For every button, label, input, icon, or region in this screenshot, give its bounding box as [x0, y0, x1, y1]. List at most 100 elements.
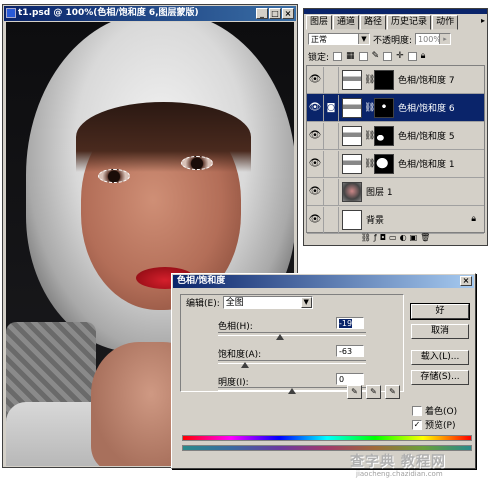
visibility-eye-icon[interactable]: 👁︎: [307, 206, 324, 233]
layer-row[interactable]: 👁︎ ⛓︎ 色相/饱和度 1: [307, 150, 484, 178]
minimize-button[interactable]: _: [256, 8, 268, 19]
trash-icon[interactable]: 🗑︎: [420, 233, 430, 242]
tab-paths[interactable]: 路径: [360, 15, 387, 30]
palette-title-bar[interactable]: [304, 9, 487, 14]
dialog-title-bar[interactable]: 色相/饱和度 ×: [173, 275, 474, 288]
blend-mode-select[interactable]: 正常 ▼: [308, 33, 370, 45]
chain-link-icon[interactable]: ⛓︎: [364, 131, 375, 141]
chevron-down-icon: ▼: [358, 34, 369, 44]
lock-all-checkbox[interactable]: [407, 51, 417, 61]
mask-edit-icon[interactable]: ◙: [324, 94, 339, 121]
adjustment-thumbnail: [342, 69, 362, 90]
layer-style-icon[interactable]: ƒ: [374, 233, 377, 242]
hue-slider-track[interactable]: [218, 332, 366, 336]
link-cell[interactable]: [324, 178, 339, 205]
move-icon: ✛: [396, 51, 404, 61]
hair-image: [76, 102, 251, 172]
opacity-label: 不透明度:: [373, 35, 413, 46]
layer-mask-thumbnail[interactable]: [374, 153, 394, 174]
eyedropper-plus-icon[interactable]: ✎: [366, 385, 381, 399]
layers-palette: 图层 通道 路径 历史记录 动作 ▸ 正常 ▼ 不透明度: 100% ▸ 锁定:…: [303, 8, 488, 246]
chevron-right-icon: ▸: [439, 34, 451, 44]
edit-select-value: 全图: [225, 298, 244, 308]
layer-row[interactable]: 👁︎ ⛓︎ 色相/饱和度 5: [307, 122, 484, 150]
cancel-button[interactable]: 取消: [411, 324, 469, 339]
brush-icon: ✎: [371, 51, 380, 61]
palette-menu-icon[interactable]: ▸: [481, 15, 485, 29]
tab-history[interactable]: 历史记录: [387, 15, 432, 30]
lightness-input[interactable]: 0: [336, 373, 364, 385]
preview-label: 预览(P): [425, 421, 456, 431]
saturation-slider-knob[interactable]: [241, 362, 249, 368]
hue-saturation-dialog: 色相/饱和度 × 编辑(E): 全图 ▼ 色相(H): -19 饱和度(A): …: [171, 273, 476, 469]
new-set-icon[interactable]: ▭: [389, 233, 397, 242]
layer-mask-thumbnail[interactable]: [374, 125, 394, 146]
hue-input[interactable]: -19: [336, 317, 364, 329]
chain-link-icon[interactable]: ⛓︎: [364, 75, 375, 85]
layer-name: 图层 1: [366, 188, 393, 198]
edit-select[interactable]: 全图 ▼: [222, 296, 313, 309]
link-cell[interactable]: [324, 122, 339, 149]
visibility-eye-icon[interactable]: 👁︎: [307, 150, 324, 177]
layer-row-selected[interactable]: 👁︎ ◙ ⛓︎ 色相/饱和度 6: [307, 94, 484, 122]
right-eye-selection: [181, 156, 213, 170]
saturation-value: -63: [339, 347, 353, 356]
save-button[interactable]: 存储(S)...: [411, 370, 469, 385]
load-button[interactable]: 载入(L)...: [411, 350, 469, 365]
colorize-checkbox[interactable]: [412, 405, 422, 416]
eyedropper-minus-icon[interactable]: ✎: [385, 385, 400, 399]
opacity-input[interactable]: 100% ▸: [415, 33, 452, 45]
document-title-bar[interactable]: t1.psd @ 100%(色相/饱和度 6,图层蒙版) _ □ ×: [4, 6, 296, 21]
layer-name: 背景: [366, 216, 385, 226]
close-button[interactable]: ×: [282, 8, 294, 19]
visibility-eye-icon[interactable]: 👁︎: [307, 66, 324, 93]
blend-mode-value: 正常: [311, 35, 327, 44]
lock-label: 锁定:: [308, 52, 330, 63]
tab-actions[interactable]: 动作: [432, 15, 459, 30]
preview-checkbox[interactable]: ✓: [412, 419, 422, 430]
layer-row[interactable]: 👁︎ 图层 1: [307, 178, 484, 206]
tab-layers[interactable]: 图层: [306, 15, 333, 30]
lock-pixels-checkbox[interactable]: [358, 51, 368, 61]
layer-row[interactable]: 👁︎ 背景 🔒︎: [307, 206, 484, 234]
watermark-url: jiaocheng.chazidian.com: [356, 470, 443, 478]
chain-link-icon[interactable]: ⛓︎: [364, 159, 375, 169]
chevron-down-icon: ▼: [300, 297, 312, 308]
eyedropper-icon[interactable]: ✎: [347, 385, 362, 399]
adjustment-thumbnail: [342, 153, 362, 174]
lightness-slider-knob[interactable]: [288, 388, 296, 394]
ok-button[interactable]: 好: [410, 303, 470, 320]
palette-bottom-bar: ⛓︎ ƒ ◘ ▭ ◐ ▣ 🗑︎: [306, 232, 485, 243]
adjustment-thumbnail: [342, 125, 362, 146]
hue-slider-knob[interactable]: [276, 334, 284, 340]
tab-channels[interactable]: 通道: [333, 15, 360, 30]
new-adjustment-icon[interactable]: ◐: [400, 233, 407, 242]
opacity-value: 100%: [418, 35, 441, 44]
layer-mask-thumbnail[interactable]: [374, 97, 394, 118]
layer-thumbnail: [342, 209, 362, 230]
dialog-close-icon[interactable]: ×: [460, 276, 472, 286]
visibility-eye-icon[interactable]: 👁︎: [307, 178, 324, 205]
chain-link-icon[interactable]: ⛓︎: [364, 103, 375, 113]
layer-row[interactable]: 👁︎ ⛓︎ 色相/饱和度 7: [307, 66, 484, 94]
layer-mask-thumbnail[interactable]: [374, 69, 394, 90]
new-layer-icon[interactable]: ▣: [410, 233, 418, 242]
link-cell[interactable]: [324, 206, 339, 233]
layer-name: 色相/饱和度 1: [398, 160, 455, 170]
visibility-eye-icon[interactable]: 👁︎: [307, 94, 324, 121]
link-cell[interactable]: [324, 150, 339, 177]
add-mask-icon[interactable]: ◘: [380, 233, 386, 242]
layer-thumbnail: [342, 181, 362, 202]
link-cell[interactable]: [324, 66, 339, 93]
lock-row: 锁定: ▦ ✎ ✛ 🔒︎: [308, 49, 483, 63]
lock-position-checkbox[interactable]: [383, 51, 393, 61]
lock-transparency-checkbox[interactable]: [333, 51, 343, 61]
edit-label: 编辑(E):: [186, 299, 220, 309]
photoshop-icon: [6, 8, 16, 18]
input-color-spectrum: [182, 435, 472, 441]
saturation-input[interactable]: -63: [336, 345, 364, 357]
maximize-button[interactable]: □: [269, 8, 281, 19]
link-icon[interactable]: ⛓︎: [361, 233, 371, 242]
layer-name: 色相/饱和度 5: [398, 132, 455, 142]
visibility-eye-icon[interactable]: 👁︎: [307, 122, 324, 149]
